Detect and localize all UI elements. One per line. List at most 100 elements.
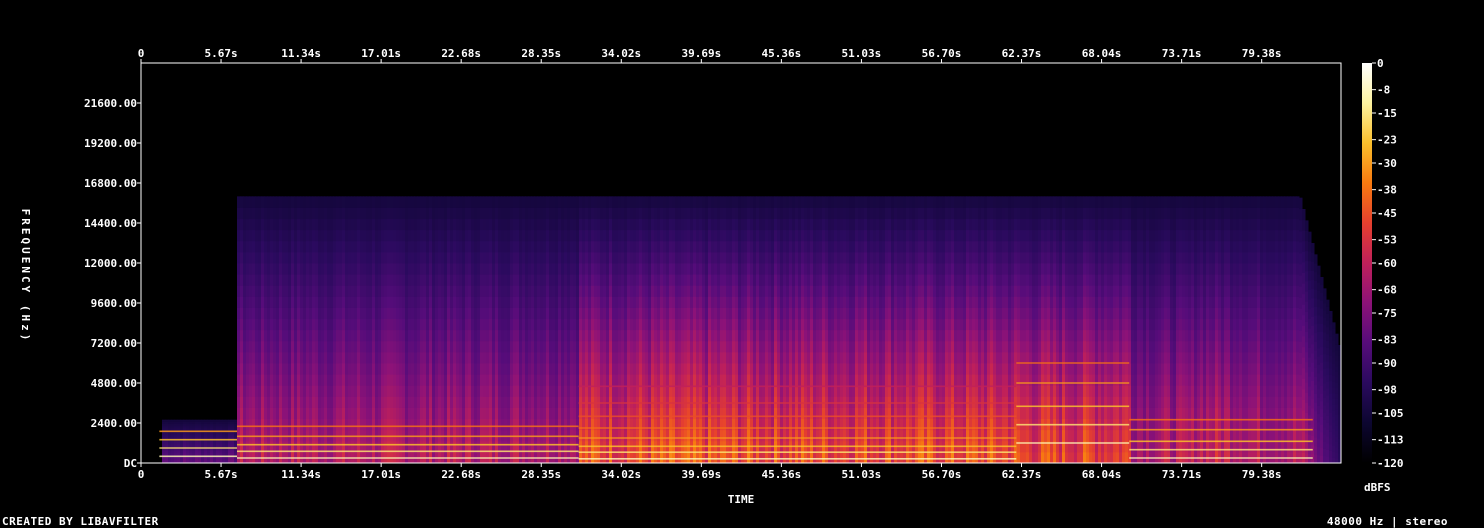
spectro-cell bbox=[702, 263, 706, 275]
spectro-cell bbox=[432, 296, 436, 308]
spectro-cell bbox=[363, 307, 367, 320]
spectro-cell bbox=[390, 351, 394, 364]
spectro-cell bbox=[567, 285, 571, 297]
spectro-cell bbox=[636, 396, 640, 408]
spectro-cell bbox=[381, 318, 385, 331]
spectro-cell bbox=[573, 396, 577, 408]
spectro-cell bbox=[654, 229, 658, 242]
spectro-cell bbox=[459, 329, 463, 342]
spectro-cell bbox=[759, 351, 763, 364]
spectro-cell bbox=[705, 251, 709, 264]
spectro-cell bbox=[420, 340, 424, 353]
spectro-cell bbox=[402, 363, 406, 375]
spectro-cell bbox=[774, 307, 778, 320]
spectro-cell bbox=[567, 218, 571, 231]
spectro-cell bbox=[600, 285, 604, 297]
spectro-cell bbox=[651, 396, 655, 408]
spectro-cell bbox=[468, 385, 472, 397]
spectro-cell bbox=[510, 274, 514, 286]
spectro-cell bbox=[459, 296, 463, 308]
spectro-cell bbox=[588, 396, 592, 408]
spectro-cell bbox=[669, 229, 673, 242]
spectro-cell bbox=[753, 307, 757, 320]
spectro-cell bbox=[240, 429, 244, 442]
spectro-cell bbox=[561, 351, 565, 364]
spectro-cell bbox=[765, 374, 769, 386]
spectro-cell bbox=[438, 418, 442, 431]
spectro-cell bbox=[249, 318, 253, 331]
spectro-cell bbox=[399, 207, 403, 220]
spectro-cell bbox=[528, 307, 532, 320]
spectro-cell bbox=[354, 396, 358, 408]
spectro-cell bbox=[774, 451, 778, 464]
spectro-cell bbox=[345, 240, 349, 253]
spectro-cell bbox=[771, 329, 775, 342]
spectro-cell bbox=[732, 363, 736, 375]
spectro-cell bbox=[348, 296, 352, 308]
spectro-cell bbox=[588, 229, 592, 242]
spectro-cell bbox=[297, 263, 301, 275]
spectro-cell bbox=[732, 296, 736, 308]
spectro-cell bbox=[345, 296, 349, 308]
spectro-cell bbox=[345, 318, 349, 331]
spectro-cell bbox=[522, 207, 526, 220]
spectro-cell bbox=[243, 207, 247, 220]
spectro-cell bbox=[714, 363, 718, 375]
spectro-cell bbox=[705, 329, 709, 342]
spectro-cell bbox=[273, 263, 277, 275]
spectro-cell bbox=[753, 285, 757, 297]
spectro-cell bbox=[381, 240, 385, 253]
spectro-cell bbox=[294, 329, 298, 342]
spectro-cell bbox=[561, 363, 565, 375]
spectro-cell bbox=[597, 296, 601, 308]
spectro-cell bbox=[564, 274, 568, 286]
spectro-cell bbox=[426, 251, 430, 264]
spectro-cell bbox=[426, 218, 430, 231]
spectro-cell bbox=[324, 240, 328, 253]
spectro-cell bbox=[414, 263, 418, 275]
spectro-cell bbox=[771, 396, 775, 408]
spectro-cell bbox=[339, 207, 343, 220]
spectro-cell bbox=[732, 251, 736, 264]
spectro-cell bbox=[555, 385, 559, 397]
spectro-cell bbox=[744, 396, 748, 408]
spectro-cell bbox=[450, 396, 454, 408]
spectro-cell bbox=[411, 429, 415, 442]
spectro-cell bbox=[315, 240, 319, 253]
spectro-cell bbox=[411, 340, 415, 353]
spectro-cell bbox=[255, 296, 259, 308]
spectro-cell bbox=[390, 296, 394, 308]
spectro-cell bbox=[669, 218, 673, 231]
spectro-cell bbox=[567, 351, 571, 364]
spectro-cell bbox=[603, 207, 607, 220]
spectro-cell bbox=[471, 363, 475, 375]
spectro-cell bbox=[747, 263, 751, 275]
spectro-cell bbox=[618, 274, 622, 286]
spectro-cell bbox=[354, 207, 358, 220]
spectro-cell bbox=[378, 385, 382, 397]
spectro-cell bbox=[732, 218, 736, 231]
spectro-cell bbox=[765, 229, 769, 242]
spectro-cell bbox=[285, 307, 289, 320]
spectro-cell bbox=[768, 218, 772, 231]
spectro-cell bbox=[564, 429, 568, 442]
spectro-cell bbox=[585, 207, 589, 220]
spectro-cell bbox=[258, 329, 262, 342]
spectro-cell bbox=[519, 251, 523, 264]
spectro-cell bbox=[246, 418, 250, 431]
spectro-cell bbox=[561, 385, 565, 397]
spectro-cell bbox=[435, 229, 439, 242]
spectro-cell bbox=[744, 251, 748, 264]
spectro-cell bbox=[480, 274, 484, 286]
spectro-cell bbox=[663, 296, 667, 308]
spectro-cell bbox=[240, 318, 244, 331]
spectro-cell bbox=[684, 451, 688, 464]
spectro-cell bbox=[303, 318, 307, 331]
spectro-cell bbox=[591, 374, 595, 386]
spectro-cell bbox=[321, 285, 325, 297]
spectro-cell bbox=[726, 207, 730, 220]
spectro-cell bbox=[678, 451, 682, 464]
spectro-cell bbox=[477, 263, 481, 275]
spectro-cell bbox=[540, 385, 544, 397]
spectro-cell bbox=[381, 274, 385, 286]
